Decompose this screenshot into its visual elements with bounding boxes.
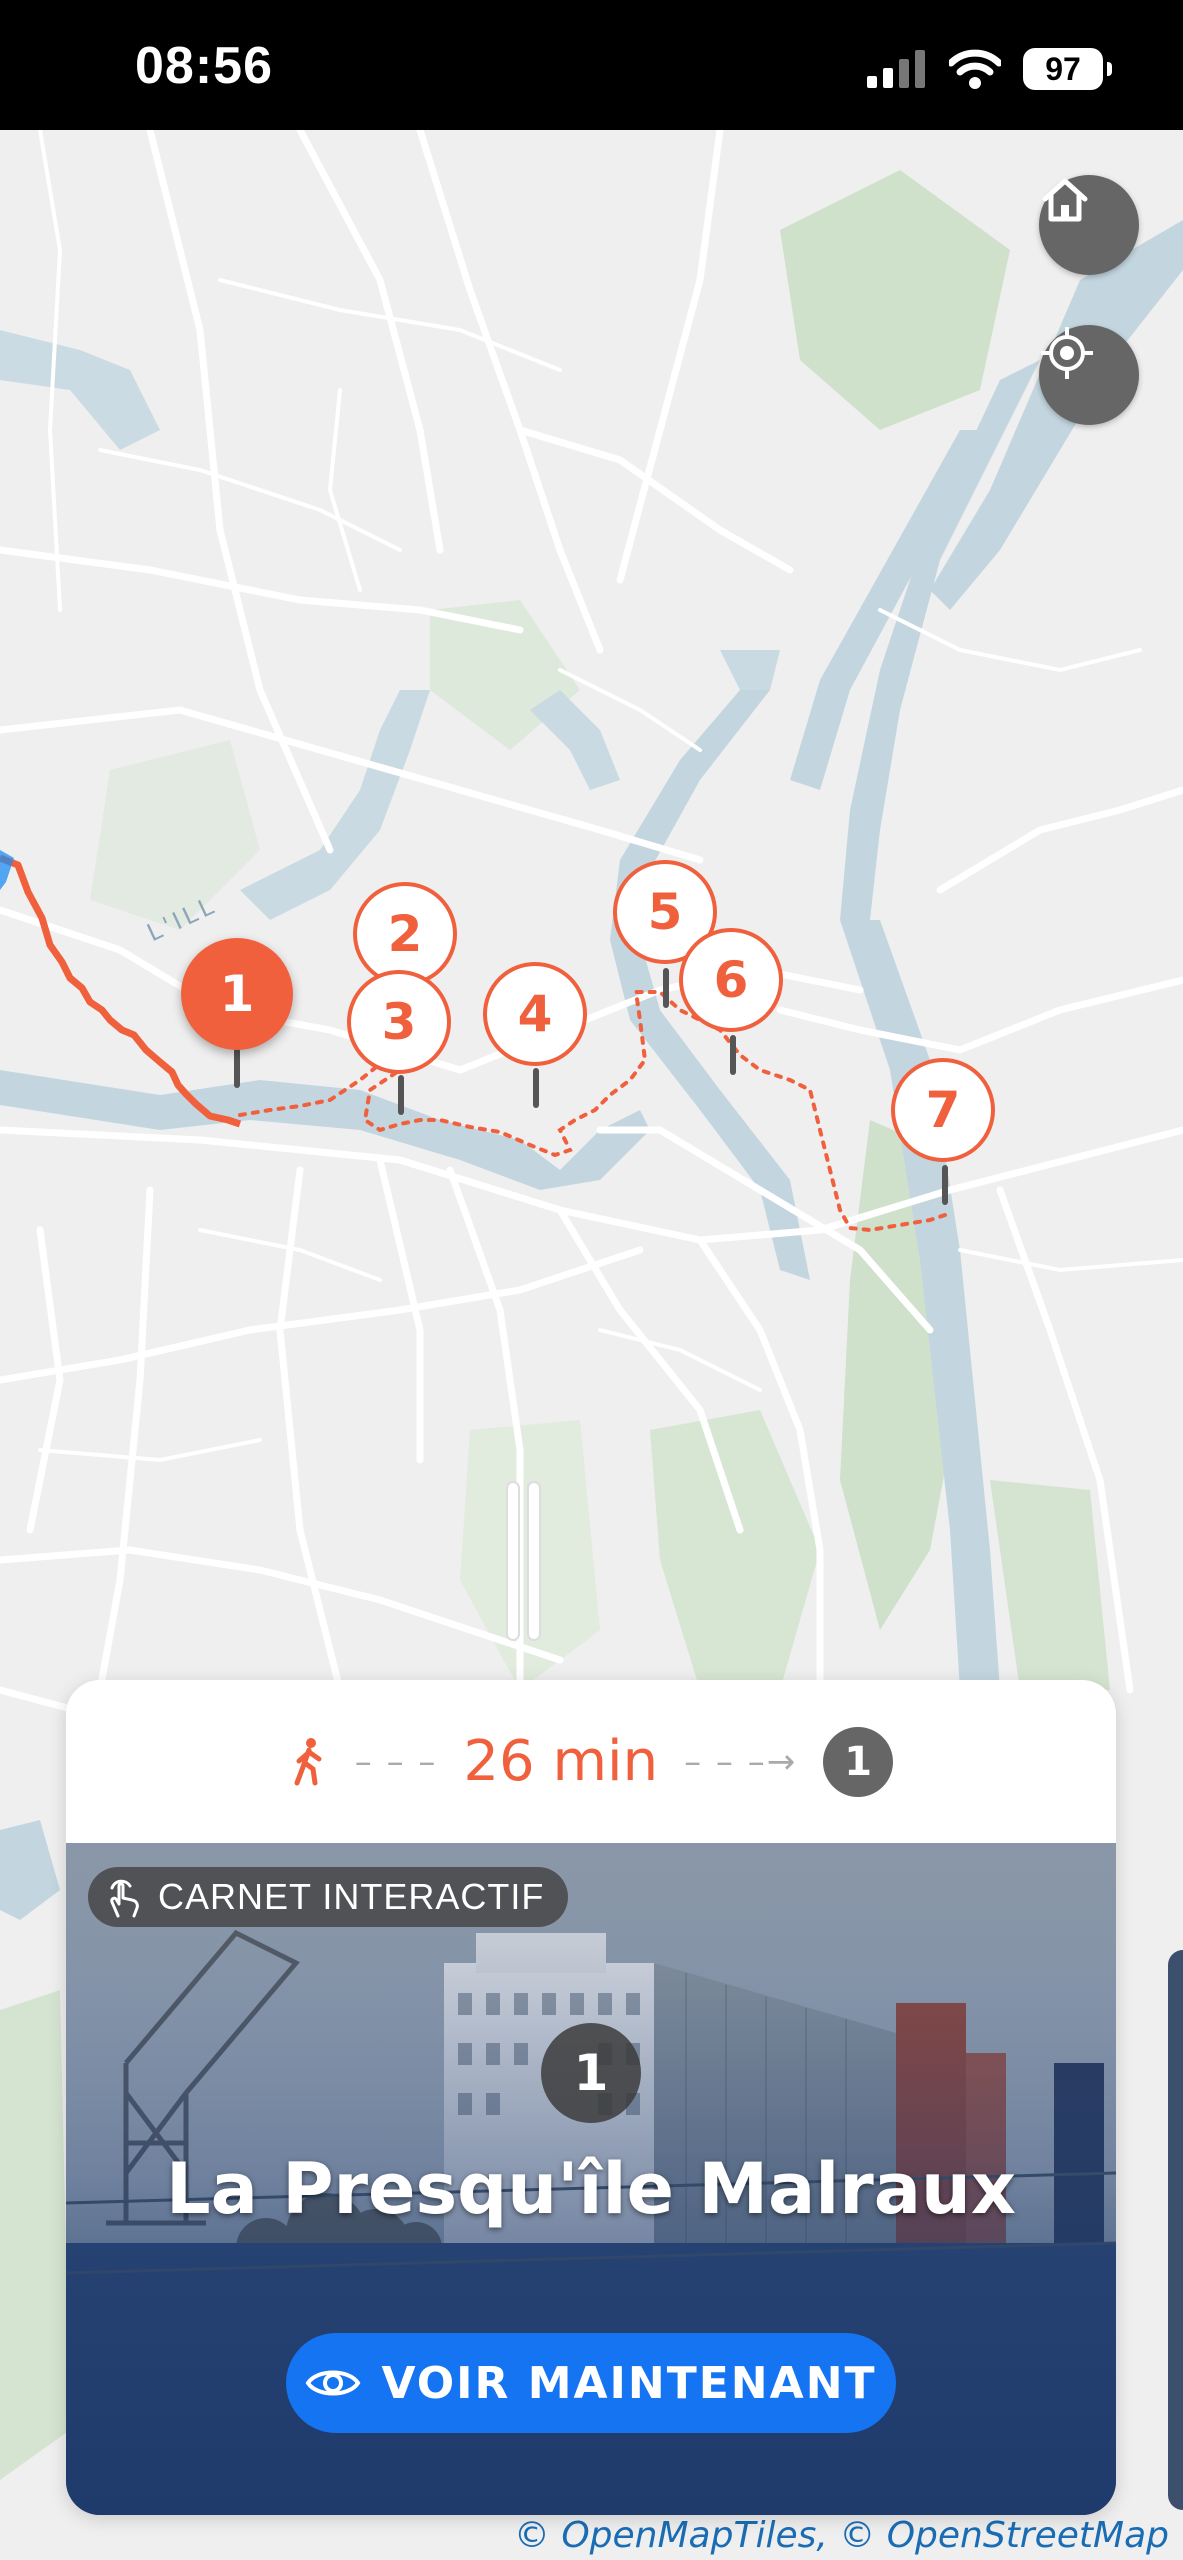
status-time: 08:56: [135, 37, 273, 95]
map-pin-7[interactable]: 7: [891, 1058, 995, 1162]
route-summary: – – – 26 min – – –→ 1: [66, 1680, 1116, 1843]
eye-icon: [306, 2370, 361, 2396]
wifi-icon: [949, 49, 1001, 89]
cta-label: VOIR MAINTENANT: [381, 2357, 877, 2409]
map-pin-3[interactable]: 3: [347, 970, 451, 1074]
signal-icon: [867, 50, 925, 88]
stop-number-badge: 1: [541, 2023, 641, 2123]
map-pin-1[interactable]: 1: [181, 938, 293, 1050]
stop-card[interactable]: – – – 26 min – – –→ 1 CARNET INTERACTIF …: [66, 1680, 1116, 2515]
map-pin-4[interactable]: 4: [483, 962, 587, 1066]
route-dashes-right: – – –→: [684, 1741, 798, 1782]
locate-icon: [1041, 327, 1093, 379]
walking-person-icon: [294, 1737, 322, 1785]
home-icon: [1042, 178, 1088, 222]
stop-image[interactable]: CARNET INTERACTIF 1 La Presqu'île Malrau…: [66, 1843, 1116, 2515]
destination-badge: 1: [823, 1726, 894, 1797]
touch-gesture-icon: [110, 1879, 139, 1918]
next-stop-card-peek[interactable]: [1168, 1950, 1183, 2510]
status-icons: 97: [867, 44, 1112, 94]
pin-6-stem: [730, 1035, 736, 1075]
stop-title: La Presqu'île Malraux: [165, 2148, 1016, 2230]
status-bar: 08:56 97: [0, 0, 1183, 130]
locate-button[interactable]: [1039, 325, 1139, 425]
map-pin-6[interactable]: 6: [679, 928, 783, 1032]
map-attribution[interactable]: © OpenMapTiles, © OpenStreetMap: [514, 2515, 1169, 2556]
pin-1-stem: [234, 1048, 240, 1088]
voir-maintenant-button[interactable]: VOIR MAINTENANT: [286, 2333, 896, 2433]
home-button[interactable]: [1039, 175, 1139, 275]
walk-duration: 26 min: [463, 1729, 659, 1794]
pin-7-stem: [942, 1165, 948, 1205]
chip-label: CARNET INTERACTIF: [158, 1876, 545, 1917]
pin-4-stem: [533, 1068, 539, 1108]
pin-3-stem: [398, 1075, 404, 1115]
route-dashes-left: – – –: [354, 1741, 438, 1782]
battery-indicator: 97: [1023, 48, 1112, 90]
pin-5-stem: [663, 968, 669, 1008]
interactive-notebook-chip[interactable]: CARNET INTERACTIF: [88, 1867, 569, 1927]
